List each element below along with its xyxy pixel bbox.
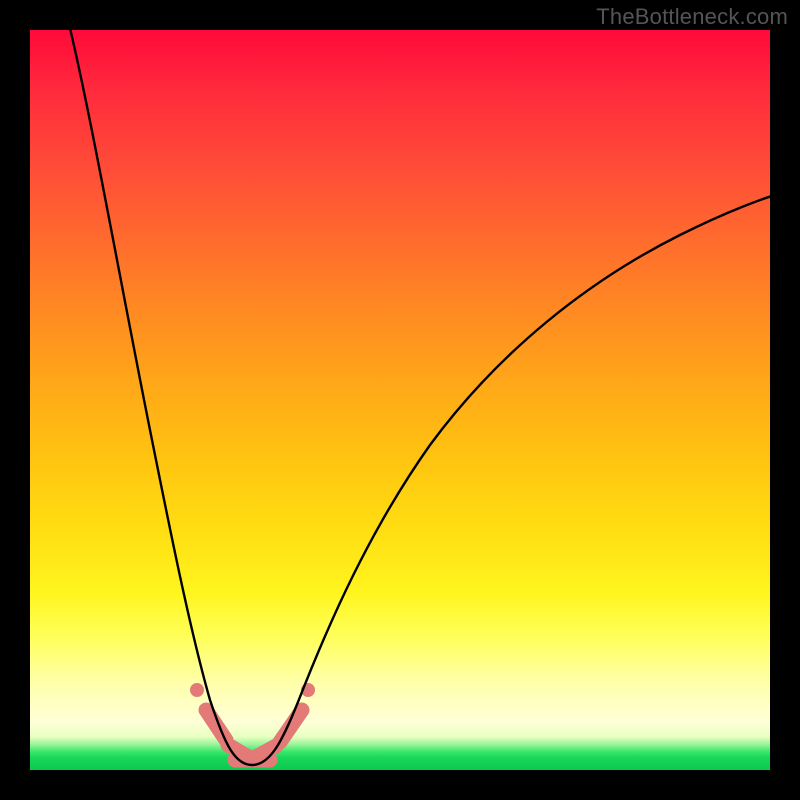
bottleneck-curve-path — [68, 30, 770, 765]
plot-area — [30, 30, 770, 770]
chart-frame: TheBottleneck.com — [0, 0, 800, 800]
marker-dot — [190, 683, 204, 697]
curve-layer — [30, 30, 770, 770]
watermark-text: TheBottleneck.com — [596, 4, 788, 30]
chart-svg — [30, 30, 770, 770]
